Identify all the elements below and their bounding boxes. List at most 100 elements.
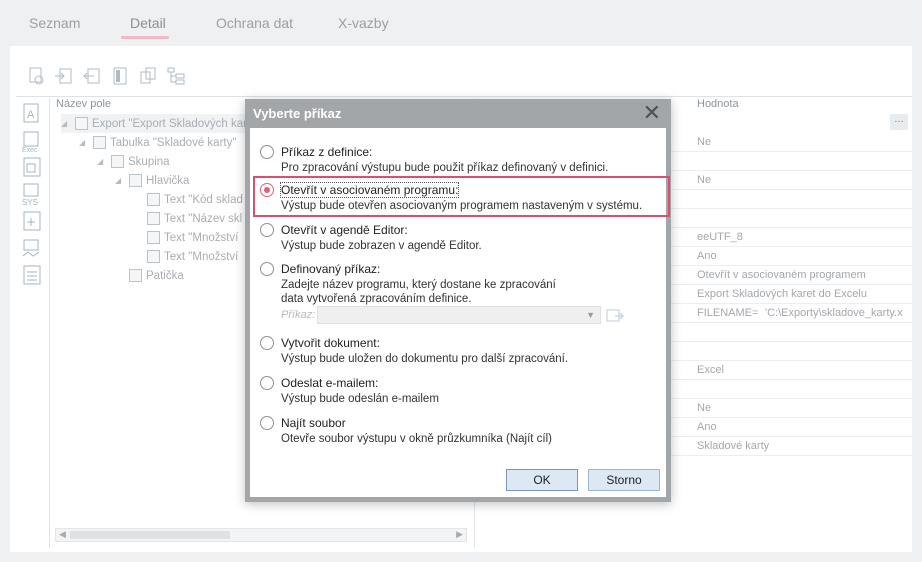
- chart-field-icon[interactable]: [21, 238, 45, 262]
- text-field-icon: [147, 250, 160, 263]
- ellipsis-button[interactable]: …: [890, 114, 908, 130]
- browse-icon[interactable]: [606, 307, 624, 323]
- dialog-body: Příkaz z definice: Pro zpracování výstup…: [250, 128, 670, 497]
- radio-button[interactable]: [260, 145, 274, 159]
- radio-button[interactable]: [260, 262, 274, 276]
- text-field-icon: [147, 193, 160, 206]
- option-description: Výstup bude otevřen asociovaným programe…: [281, 200, 643, 212]
- radio-button[interactable]: [260, 336, 274, 350]
- radio-button[interactable]: [260, 376, 274, 390]
- export-icon[interactable]: [80, 64, 104, 88]
- svg-text:A: A: [27, 109, 35, 121]
- collapse-triangle-icon[interactable]: ◢: [115, 176, 125, 185]
- option-description: Pro zpracování výstupu bude použit příka…: [281, 162, 609, 174]
- sys-field-icon[interactable]: SYS: [21, 182, 45, 206]
- tree-row-label: Text "Množství: [164, 250, 239, 263]
- option-label[interactable]: Vytvořit dokument:: [281, 336, 380, 350]
- tree-row-label: Skupina: [128, 155, 170, 168]
- collapse-triangle-icon[interactable]: ◢: [61, 119, 71, 128]
- tree-row[interactable]: ◢ Tabulka "Skladové karty": [79, 133, 236, 152]
- tab-x-vazby[interactable]: X-vazby: [338, 15, 389, 31]
- command-label: Příkaz:: [281, 309, 316, 321]
- preview-icon[interactable]: [24, 64, 48, 88]
- tree-row-label: Hlavička: [146, 174, 190, 187]
- horizontal-scrollbar[interactable]: ◀ ▶: [55, 528, 467, 542]
- radio-button-checked[interactable]: [260, 183, 274, 197]
- active-tab-indicator: [121, 36, 169, 39]
- exec-icon[interactable]: Exec: [21, 130, 45, 154]
- value-cell: Ano: [697, 250, 717, 262]
- copy-icon[interactable]: [136, 64, 160, 88]
- tree-column-header: Název pole: [56, 98, 112, 110]
- radio-button[interactable]: [260, 416, 274, 430]
- ok-button[interactable]: OK: [506, 469, 578, 491]
- option-description-line2: data vytvořená zpracováním definice.: [281, 293, 472, 305]
- value-cell: Skladové karty: [697, 440, 770, 452]
- option-label[interactable]: Otevřít v agendě Editor:: [281, 223, 408, 237]
- tree-row[interactable]: ◢ Skupina: [97, 152, 170, 171]
- value-cell: Ne: [697, 136, 712, 148]
- tree-row-label: Tabulka "Skladové karty": [110, 136, 237, 149]
- option-description: Zadejte název programu, který dostane ke…: [281, 279, 556, 291]
- tab-ochrana-dat[interactable]: Ochrana dat: [216, 15, 293, 31]
- toolbar: [24, 64, 188, 90]
- tree-row[interactable]: Text "Kód sklad: [147, 190, 243, 209]
- value-cell: Otevřít v asociovaném programem: [697, 269, 866, 281]
- svg-text:SYS: SYS: [22, 198, 38, 206]
- scroll-right-icon[interactable]: ▶: [456, 529, 463, 540]
- value-cell: Ne: [697, 402, 712, 414]
- import-icon[interactable]: [52, 64, 76, 88]
- tree-row[interactable]: Patička: [129, 266, 184, 285]
- tree-structure-icon[interactable]: [164, 64, 188, 88]
- value-cell-path: 'C:\Exporty\skladove_karty.x: [765, 307, 903, 319]
- select-command-dialog: Vyberte příkaz ✕ Příkaz z definice: Pro …: [245, 99, 671, 502]
- collapse-triangle-icon[interactable]: ◢: [79, 138, 89, 147]
- header-node-icon: [129, 174, 142, 187]
- add-field-icon[interactable]: A: [21, 102, 45, 126]
- tab-seznam[interactable]: Seznam: [29, 15, 80, 31]
- toolbar-separator: [16, 96, 912, 97]
- option-description: Výstup bude uložen do dokumentu pro dalš…: [281, 353, 569, 365]
- dialog-title: Vyberte příkaz: [253, 106, 342, 121]
- svg-text:Exec: Exec: [22, 147, 38, 154]
- footer-node-icon: [129, 269, 142, 282]
- tree-row[interactable]: ◢ Hlavička: [115, 171, 189, 190]
- option-label[interactable]: Definovaný příkaz:: [281, 262, 380, 276]
- tree-row-label: Text "Název skl: [164, 212, 243, 225]
- option-label[interactable]: Odeslat e-mailem:: [281, 376, 378, 390]
- close-icon[interactable]: ✕: [643, 101, 661, 125]
- calc-field-icon[interactable]: [21, 210, 45, 234]
- tree-row[interactable]: Text "Množství: [147, 228, 238, 247]
- image-field-icon[interactable]: [21, 156, 45, 180]
- values-column-header: Hodnota: [697, 98, 739, 110]
- export-node-icon: [75, 117, 88, 130]
- table-node-icon: [93, 136, 106, 149]
- radio-button[interactable]: [260, 223, 274, 237]
- option-label[interactable]: Příkaz z definice:: [281, 145, 372, 159]
- view-tabs: Seznam Detail Ochrana dat X-vazby: [0, 0, 922, 44]
- tree-row[interactable]: Text "Množství: [147, 247, 238, 266]
- option-description: Výstup bude odeslán e-mailem: [281, 393, 439, 405]
- text-field-icon: [147, 231, 160, 244]
- list-field-icon[interactable]: [21, 264, 45, 288]
- value-cell: Ano: [697, 421, 717, 433]
- tab-detail[interactable]: Detail: [130, 15, 166, 31]
- tree-row-label: Export "Export Skladových karet: [92, 117, 257, 130]
- option-label[interactable]: Otevřít v asociovaném programu:: [279, 182, 460, 198]
- option-description: Otevře soubor výstupu v okně průzkumníka…: [281, 433, 552, 445]
- scrollbar-thumb[interactable]: [70, 531, 230, 539]
- tree-row-label: Text "Množství: [164, 231, 239, 244]
- value-cell: Excel: [697, 364, 724, 376]
- group-node-icon: [111, 155, 124, 168]
- tree-row[interactable]: Text "Název skl: [147, 209, 242, 228]
- command-select[interactable]: ▼: [317, 306, 601, 324]
- chevron-down-icon[interactable]: ▼: [586, 310, 595, 320]
- page-icon[interactable]: [108, 64, 132, 88]
- left-icon-strip: A Exec SYS: [16, 98, 50, 548]
- option-label[interactable]: Najít soubor: [281, 416, 346, 430]
- text-field-icon: [147, 212, 160, 225]
- tree-row-label: Patička: [146, 269, 184, 282]
- collapse-triangle-icon[interactable]: ◢: [97, 157, 107, 166]
- cancel-button[interactable]: Storno: [588, 469, 660, 491]
- scroll-left-icon[interactable]: ◀: [59, 529, 66, 540]
